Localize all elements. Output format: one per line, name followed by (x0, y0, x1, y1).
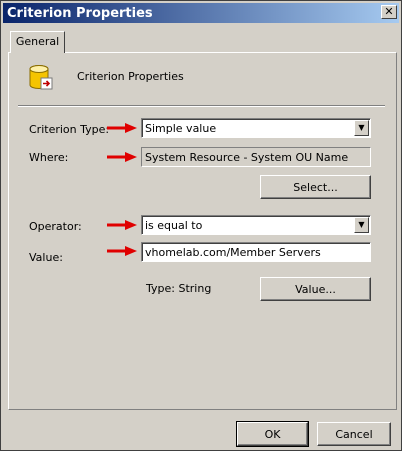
window-title: Criterion Properties (7, 6, 153, 21)
value-input[interactable]: vhomelab.com/Member Servers (141, 242, 371, 262)
where-label: Where: (29, 151, 69, 164)
where-value: System Resource - System OU Name (145, 151, 349, 164)
value-input-text: vhomelab.com/Member Servers (145, 246, 321, 259)
where-field: System Resource - System OU Name (141, 147, 371, 167)
type-string-text: Type: String (146, 282, 212, 295)
ok-button-label: OK (264, 428, 281, 441)
operator-select[interactable]: is equal to ▼ (141, 215, 371, 235)
criterion-database-icon (29, 65, 53, 90)
value-button-label: Value... (295, 283, 336, 296)
value-label: Value: (29, 251, 63, 264)
red-arrow-icon (107, 220, 137, 230)
red-arrow-icon (107, 123, 137, 133)
cancel-button[interactable]: Cancel (317, 422, 391, 446)
select-button-label: Select... (293, 181, 338, 194)
title-bar[interactable]: Criterion Properties ✕ (3, 3, 399, 23)
tab-general[interactable]: General (10, 31, 65, 53)
chevron-down-icon[interactable]: ▼ (354, 217, 369, 233)
criterion-type-select[interactable]: Simple value ▼ (141, 118, 371, 138)
criterion-type-value: Simple value (145, 122, 217, 135)
tab-general-label: General (15, 35, 60, 48)
close-icon: ✕ (384, 5, 394, 18)
value-button[interactable]: Value... (260, 277, 371, 301)
cancel-button-label: Cancel (335, 428, 373, 441)
select-button[interactable]: Select... (260, 175, 371, 199)
header-title: Criterion Properties (77, 70, 184, 83)
header-divider (18, 105, 385, 107)
criterion-type-label: Criterion Type: (29, 123, 110, 136)
close-button[interactable]: ✕ (381, 5, 397, 19)
operator-label: Operator: (29, 220, 82, 233)
dialog-window: Criterion Properties ✕ General Criterion… (0, 0, 402, 451)
red-arrow-icon (107, 246, 137, 256)
ok-button[interactable]: OK (236, 421, 309, 447)
red-arrow-icon (107, 152, 137, 162)
chevron-down-icon[interactable]: ▼ (354, 120, 369, 136)
operator-value: is equal to (145, 219, 203, 232)
